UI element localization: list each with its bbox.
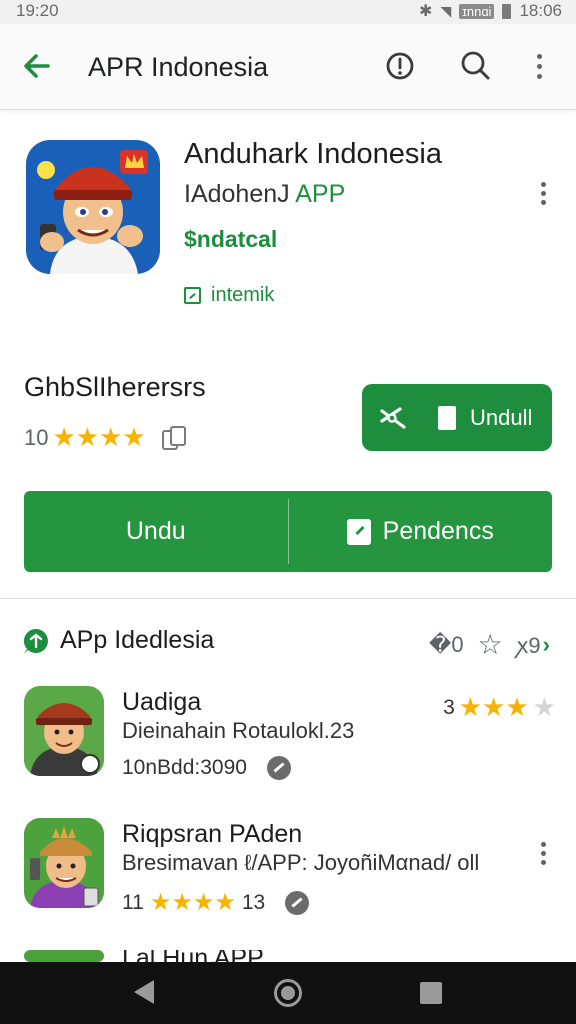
wifi-icon: ◥	[440, 2, 452, 19]
list-item-rating: 3 ★★★ ★	[443, 692, 556, 723]
list-item-stars-empty: ★	[532, 692, 556, 722]
edit-icon	[346, 518, 371, 545]
battery-icon	[502, 3, 512, 19]
status-bar: 19:20 ✱ ◥ ɪnnɑi 18:06	[0, 0, 576, 24]
tools-icon	[380, 406, 406, 429]
install-label: Undull	[470, 404, 533, 430]
list-item-subtitle: Bresimavan ℓ/APP: JoyoñiMαnad/ oll	[122, 850, 480, 875]
bluetooth-icon: ✱	[419, 3, 433, 20]
network-indicator: ɪnnɑi	[459, 3, 495, 19]
category-icon	[184, 287, 201, 304]
list-item[interactable]: Uadiga Dieinahain Rotaulokl.23 10nBdd:30…	[0, 686, 576, 796]
arrow-left-icon[interactable]	[18, 46, 58, 86]
rating-stars: ★★★★	[52, 422, 146, 452]
nav-back-icon[interactable]	[134, 980, 154, 1004]
pin-icon[interactable]	[285, 890, 310, 915]
section-header: APp Idedlesia	[22, 626, 214, 655]
nav-recents-icon[interactable]	[420, 982, 442, 1004]
list-item[interactable]: Riqpsran PAden Bresimavan ℓ/APP: JoyoñiM…	[0, 818, 576, 928]
app-more-icon[interactable]	[532, 182, 556, 210]
section-title: APp Idedlesia	[60, 626, 215, 654]
rating-value: 10	[24, 424, 49, 450]
category-label: intemik	[211, 284, 275, 306]
primary-button-label: Undu	[125, 517, 186, 545]
nav-home-icon[interactable]	[274, 979, 302, 1007]
section-action-share[interactable]: ꭗ9	[517, 630, 541, 660]
list-item-meta-text: 10nBdd:3090	[122, 756, 247, 779]
section-actions: �0 ☆ ꭗ9 ›	[429, 628, 550, 661]
list-item-meta: 11 ★★★★ 13	[122, 888, 310, 917]
list-item-title: Lal Hun APP	[122, 950, 264, 962]
list-item-title: Riqpsran PAden	[122, 820, 303, 848]
status-time: 19:20	[16, 1, 59, 20]
system-nav-bar	[0, 962, 576, 1024]
star-icon[interactable]: ☆	[478, 628, 503, 661]
secondary-button-label: Pendencs	[382, 517, 494, 545]
list-item-more-icon[interactable]	[532, 842, 556, 870]
list-item-rating-value: 3	[443, 695, 455, 719]
chevron-right-icon[interactable]: ›	[543, 632, 550, 658]
app-icon	[26, 140, 160, 274]
app-price: $ndatcal	[184, 226, 278, 252]
primary-button[interactable]: Undu	[24, 491, 288, 572]
list-item-title: Uadiga	[122, 688, 202, 716]
section-action-pen[interactable]: �0	[429, 632, 464, 658]
pin-icon[interactable]	[266, 756, 291, 780]
search-icon[interactable]	[456, 46, 496, 86]
list-item-stars: ★★★	[458, 692, 529, 722]
rating-row: 10 ★★★★	[24, 422, 188, 453]
book-icon	[438, 405, 456, 430]
section-divider	[0, 598, 576, 599]
copy-icon[interactable]	[161, 425, 188, 450]
secondary-button[interactable]: Pendencs	[289, 491, 553, 572]
app-bar: APR Indonesia	[0, 24, 576, 110]
app-developer[interactable]: IAdohenJ APP	[184, 180, 345, 209]
list-item-stars: ★★★★	[149, 889, 236, 916]
developer-app-label: APP	[295, 180, 346, 208]
list-item-meta-prefix: 11	[122, 890, 144, 914]
list-item[interactable]: Lal Hun APP	[0, 950, 576, 962]
list-item-icon	[24, 950, 104, 962]
more-vert-icon[interactable]	[528, 54, 552, 82]
page-title: APR Indonesia	[88, 52, 269, 82]
list-item-subtitle: Dieinahain Rotaulokl.23	[122, 718, 355, 743]
app-name: Anduhark Indonesia	[184, 138, 442, 170]
app-category[interactable]: intemik	[184, 284, 274, 307]
rating-title: GhbSlIherersrs	[24, 372, 206, 402]
developer-name: IAdohenJ	[184, 180, 290, 208]
info-icon[interactable]	[380, 46, 420, 86]
status-clock: 18:06	[519, 1, 562, 20]
list-item-meta-suffix: 13	[241, 890, 266, 914]
install-button[interactable]: Undull	[362, 384, 552, 451]
list-item-icon	[24, 818, 104, 908]
list-item-icon	[24, 686, 104, 776]
list-item-meta: 10nBdd:3090	[122, 756, 291, 780]
action-button-group: Undu Pendencs	[24, 491, 552, 572]
leaf-badge-icon	[23, 628, 48, 654]
